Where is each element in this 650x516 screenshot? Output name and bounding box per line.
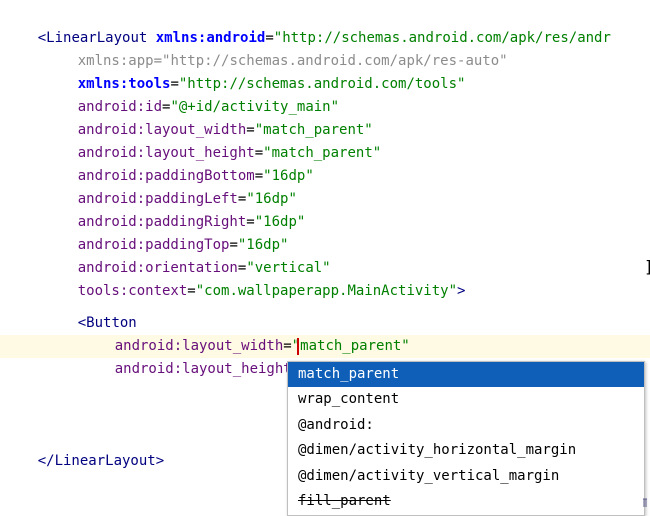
- code-line-button-width[interactable]: android:layout_width="match_parent": [81, 313, 410, 354]
- attr-eq: =: [187, 283, 196, 299]
- suggestion-android[interactable]: @android:: [288, 413, 644, 438]
- code-line-layout-width[interactable]: android:layout_width="match_parent": [44, 97, 373, 138]
- code-line-linearlayout-close[interactable]: </LinearLayout>: [4, 428, 164, 469]
- popup-corner-icon: [642, 497, 648, 509]
- tag-close-bracket: >: [155, 453, 165, 469]
- tag-open-bracket: </: [37, 453, 55, 469]
- suggestion-dimen-vertical-margin[interactable]: @dimen/activity_vertical_margin: [288, 464, 644, 489]
- suggestion-wrap-content[interactable]: wrap_content: [288, 387, 644, 412]
- code-line-orientation[interactable]: android:orientation="vertical": [44, 235, 331, 276]
- suggestion-dimen-horizontal-margin[interactable]: @dimen/activity_horizontal_margin: [288, 438, 644, 463]
- attr-value: "com.wallpaperapp.MainActivity": [195, 283, 458, 299]
- code-line-button-height[interactable]: android:layout_height="" />: [81, 336, 347, 377]
- code-line-padding-right[interactable]: android:paddingRight="16dp": [44, 189, 306, 230]
- suggestion-fill-parent[interactable]: fill_parent: [288, 489, 644, 514]
- code-line-padding-bottom[interactable]: android:paddingBottom="16dp": [44, 143, 314, 184]
- code-line-android-id[interactable]: android:id="@+id/activity_main": [44, 74, 339, 115]
- code-line-padding-left[interactable]: android:paddingLeft="16dp": [44, 166, 297, 207]
- tag-close-bracket: >: [457, 283, 466, 299]
- suggestion-match-parent[interactable]: match_parent: [288, 362, 644, 388]
- code-line-xmlns-app[interactable]: xmlns:app="http://schemas.android.com/ap…: [44, 28, 508, 69]
- text-caret: [297, 338, 299, 355]
- autocomplete-popup[interactable]: match_parent wrap_content @android: @dim…: [287, 361, 645, 516]
- resize-grip-icon: [643, 498, 647, 507]
- code-line-button-open[interactable]: <Button: [44, 290, 137, 331]
- attr-name: android:layout_height: [114, 361, 292, 377]
- code-line-tools-context[interactable]: tools:context="com.wallpaperapp.MainActi…: [44, 258, 466, 299]
- code-line-padding-top[interactable]: android:paddingTop="16dp": [44, 212, 289, 253]
- code-line-linearlayout-open[interactable]: <LinearLayout xmlns:android="http://sche…: [4, 5, 611, 46]
- code-line-xmlns-tools[interactable]: xmlns:tools="http://schemas.android.com/…: [44, 51, 466, 92]
- tag-name: LinearLayout: [54, 453, 156, 469]
- code-line-layout-height[interactable]: android:layout_height="match_parent": [44, 120, 381, 161]
- bracket-marker: ]: [644, 256, 650, 278]
